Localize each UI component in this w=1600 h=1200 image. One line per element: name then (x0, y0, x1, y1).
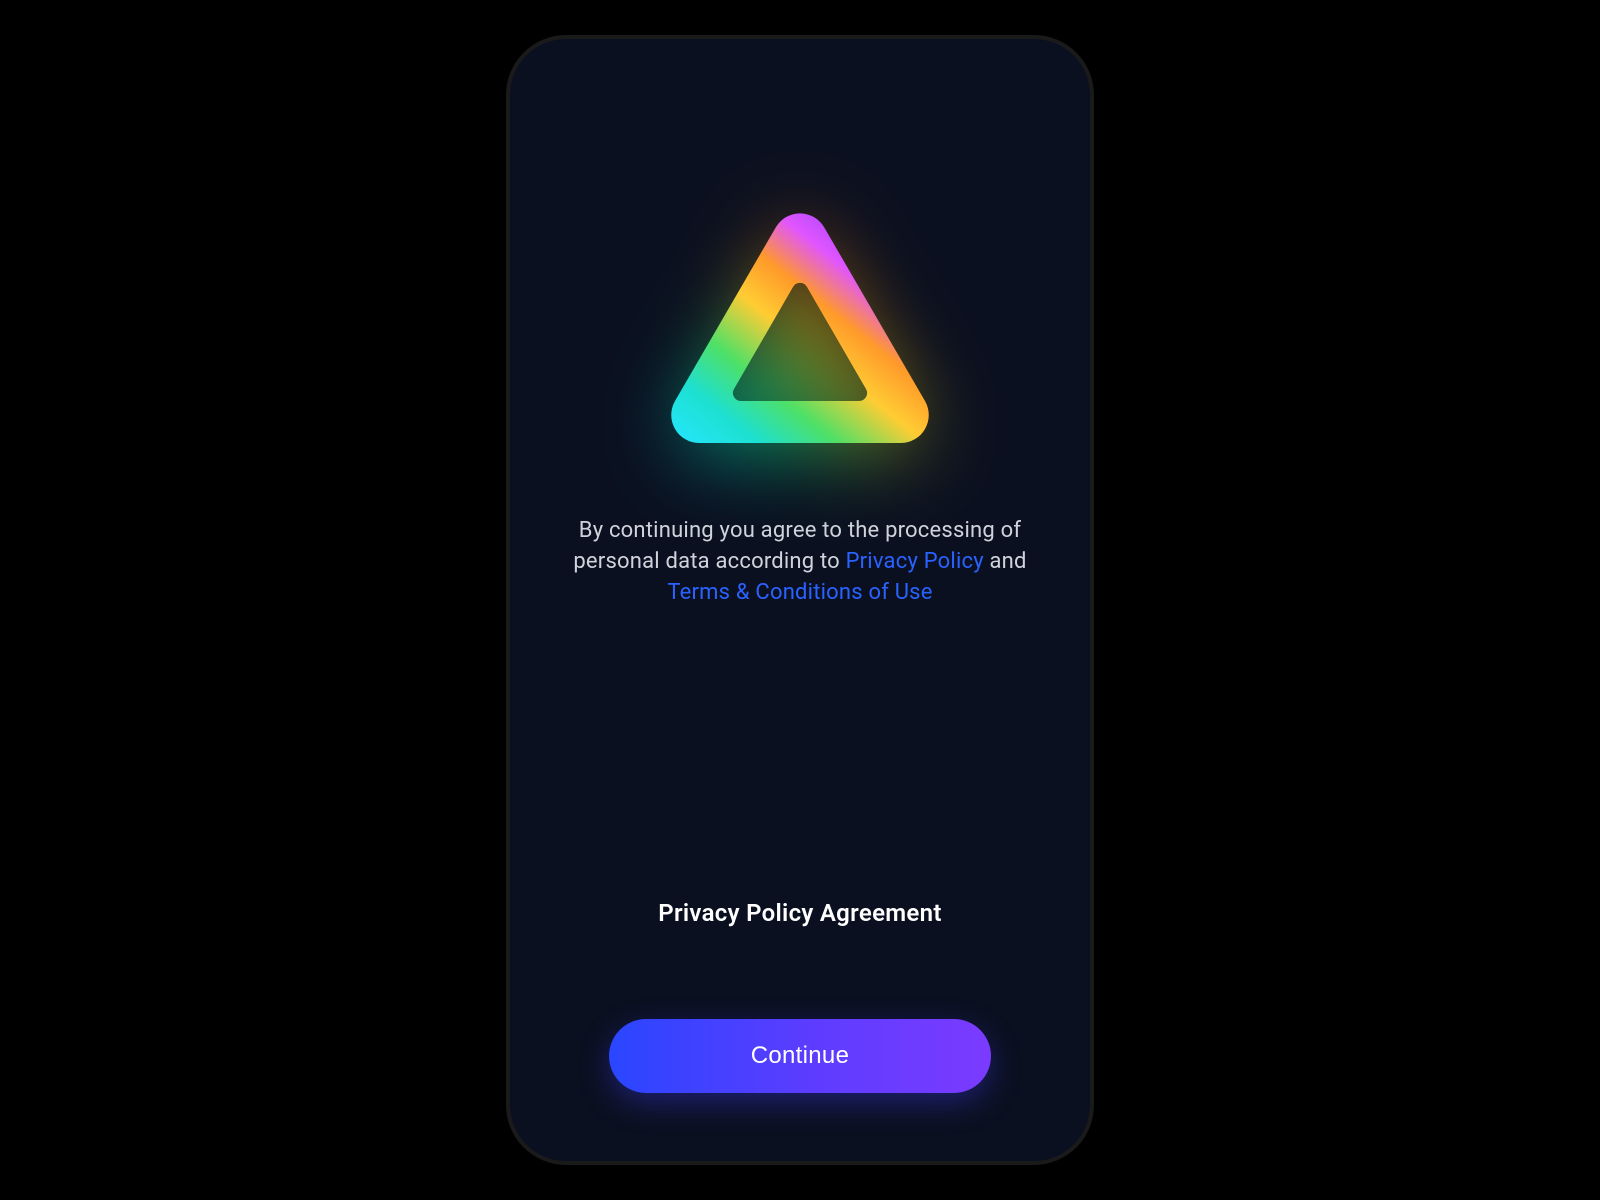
consent-disclosure: By continuing you agree to the processin… (560, 515, 1040, 609)
terms-link[interactable]: Terms & Conditions of Use (667, 580, 932, 605)
page-title: Privacy Policy Agreement (658, 899, 941, 927)
privacy-consent-screen: By continuing you agree to the processin… (506, 35, 1094, 1165)
continue-button[interactable]: Continue (609, 1019, 991, 1093)
app-logo (640, 177, 960, 477)
prism-triangle-icon (655, 195, 945, 459)
consent-middle-text: and (984, 549, 1027, 574)
privacy-policy-link[interactable]: Privacy Policy (846, 549, 984, 574)
